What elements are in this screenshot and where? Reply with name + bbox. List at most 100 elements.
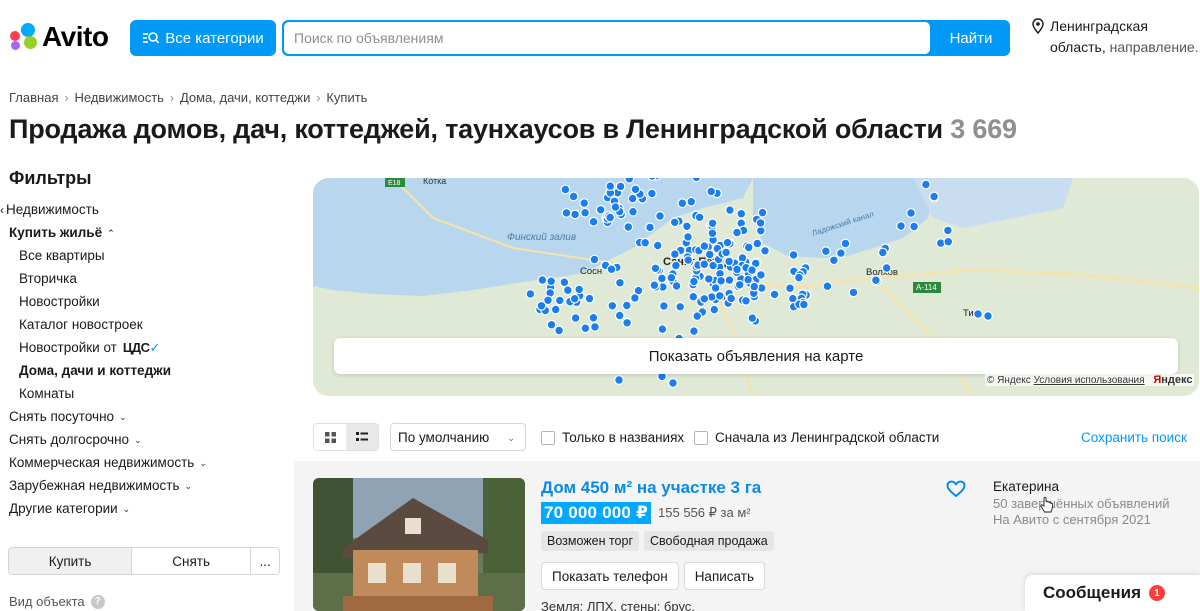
map-listing-marker[interactable] (628, 206, 638, 217)
sidebar-item-all-flats[interactable]: Все квартиры (0, 244, 290, 267)
favorite-heart-icon[interactable] (946, 480, 966, 498)
map-listing-marker[interactable] (675, 301, 686, 312)
map-listing-marker[interactable] (691, 178, 702, 183)
map-listing-marker[interactable] (726, 293, 737, 304)
sidebar-item-secondary[interactable]: Вторичка (0, 267, 290, 290)
sidebar-item-houses[interactable]: Дома, дачи и коттеджи (0, 359, 290, 382)
map-listing-marker[interactable] (590, 321, 600, 332)
map-listing-marker[interactable] (671, 260, 681, 271)
map-listing-marker[interactable] (546, 319, 557, 330)
segment-buy[interactable]: Купить (9, 548, 133, 574)
all-categories-button[interactable]: Все категории (130, 20, 276, 56)
grid-view-button[interactable] (314, 424, 346, 450)
map-listing-marker[interactable] (788, 249, 799, 260)
map-listing-marker[interactable] (562, 285, 573, 296)
map-listing-marker[interactable] (570, 313, 581, 323)
map-listing-marker[interactable] (836, 248, 846, 258)
map-listing-marker[interactable] (822, 281, 833, 292)
map-listing-marker[interactable] (650, 263, 661, 274)
map-listing-marker[interactable] (943, 236, 954, 247)
map-listing-marker[interactable] (714, 290, 725, 301)
map-listing-marker[interactable] (537, 275, 548, 285)
checkbox-box[interactable] (541, 430, 555, 445)
map-listing-marker[interactable] (568, 191, 579, 202)
breadcrumb-item-home[interactable]: Главная (9, 90, 58, 105)
map-listing-marker[interactable] (909, 221, 919, 232)
map-listing-marker[interactable] (615, 277, 625, 288)
map-listing-marker[interactable] (570, 209, 581, 220)
map-listing-marker[interactable] (657, 324, 668, 335)
sort-select[interactable]: По умолчанию ⌄ (390, 423, 526, 451)
search-button[interactable]: Найти (932, 20, 1010, 56)
map-listing-marker[interactable] (757, 207, 768, 218)
map-listing-marker[interactable] (725, 205, 735, 215)
map-listing-marker[interactable] (881, 263, 892, 273)
messages-widget[interactable]: Сообщения 1 (1025, 575, 1200, 611)
map-listing-marker[interactable] (694, 212, 705, 223)
breadcrumb-item-houses[interactable]: Дома, дачи, коттеджи (180, 90, 310, 105)
map-listing-marker[interactable] (769, 289, 780, 300)
show-phone-button[interactable]: Показать телефон (541, 562, 679, 590)
map-listing-marker[interactable] (699, 293, 710, 304)
map-listing-marker[interactable] (921, 179, 931, 190)
listing-title[interactable]: Дом 450 м² на участке 3 га (541, 478, 761, 498)
map-listing-marker[interactable] (649, 280, 660, 291)
map-listing-marker[interactable] (692, 311, 703, 322)
map-listing-marker[interactable] (686, 196, 697, 207)
sidebar-item-rooms[interactable]: Комнаты (0, 382, 290, 405)
map-listing-marker[interactable] (595, 204, 606, 215)
map-listing-marker[interactable] (896, 221, 906, 231)
map-listing-marker[interactable] (659, 301, 669, 311)
map-listing-marker[interactable] (610, 202, 621, 212)
map-listing-marker[interactable] (821, 246, 831, 257)
map-listing-marker[interactable] (829, 255, 839, 266)
help-icon[interactable]: ? (90, 594, 105, 609)
map-listing-marker[interactable] (589, 254, 600, 265)
map-listing-marker[interactable] (657, 273, 667, 284)
map-listing-marker[interactable] (794, 272, 804, 283)
map-listing-marker[interactable] (929, 191, 939, 202)
map-listing-marker[interactable] (743, 274, 754, 285)
sidebar-item-buy-housing[interactable]: Купить жильё ⌃ (0, 221, 290, 244)
map-listing-marker[interactable] (755, 218, 766, 228)
map-listing-marker[interactable] (525, 288, 536, 299)
map-listing-marker[interactable] (670, 249, 680, 259)
map-listing-marker[interactable] (560, 184, 571, 195)
map-listing-marker[interactable] (536, 300, 547, 311)
map-listing-marker[interactable] (580, 323, 591, 334)
map-listing-marker[interactable] (760, 245, 770, 256)
sidebar-item-catalog[interactable]: Каталог новостроек (0, 313, 290, 336)
map-listing-marker[interactable] (799, 299, 809, 310)
sidebar-item-commercial[interactable]: Коммерческая недвижимость ⌄ (0, 451, 290, 474)
map-listing-marker[interactable] (683, 255, 694, 265)
map-listing-marker[interactable] (747, 265, 757, 275)
segment-rent[interactable]: Снять (132, 548, 252, 574)
map-listing-marker[interactable] (710, 282, 721, 293)
map-listing-marker[interactable] (579, 198, 590, 208)
map-listing-marker[interactable] (606, 264, 617, 275)
map-listing-marker[interactable] (668, 378, 678, 388)
map-listing-marker[interactable] (588, 312, 599, 323)
map-listing-marker[interactable] (607, 300, 618, 311)
only-titles-checkbox[interactable]: Только в названиях (541, 430, 684, 445)
map-listing-marker[interactable] (906, 208, 916, 218)
map-listing-marker[interactable] (848, 287, 859, 298)
map-listing-marker[interactable] (605, 181, 616, 192)
map-listing-marker[interactable] (736, 208, 747, 219)
map-listing-marker[interactable] (724, 256, 735, 267)
map-listing-marker[interactable] (689, 276, 699, 287)
show-on-map-button[interactable]: Показать объявления на карте (334, 338, 1178, 374)
listing-photo[interactable] (313, 478, 525, 611)
sidebar-item-cds[interactable]: Новостройки от ЦДС✓ (0, 336, 290, 359)
sidebar-item-long-rent[interactable]: Снять долгосрочно ⌄ (0, 428, 290, 451)
map-listing-marker[interactable] (785, 283, 795, 294)
map-listing-marker[interactable] (561, 208, 572, 218)
map-listing-marker[interactable] (707, 218, 718, 229)
map-listing-marker[interactable] (688, 291, 699, 302)
map-listing-marker[interactable] (689, 326, 699, 337)
map-listing-marker[interactable] (743, 242, 754, 253)
map-listing-marker[interactable] (614, 310, 625, 321)
sidebar-item-foreign[interactable]: Зарубежная недвижимость ⌄ (0, 474, 290, 497)
map-listing-marker[interactable] (877, 247, 888, 258)
avito-logo[interactable]: Avito (8, 20, 109, 54)
